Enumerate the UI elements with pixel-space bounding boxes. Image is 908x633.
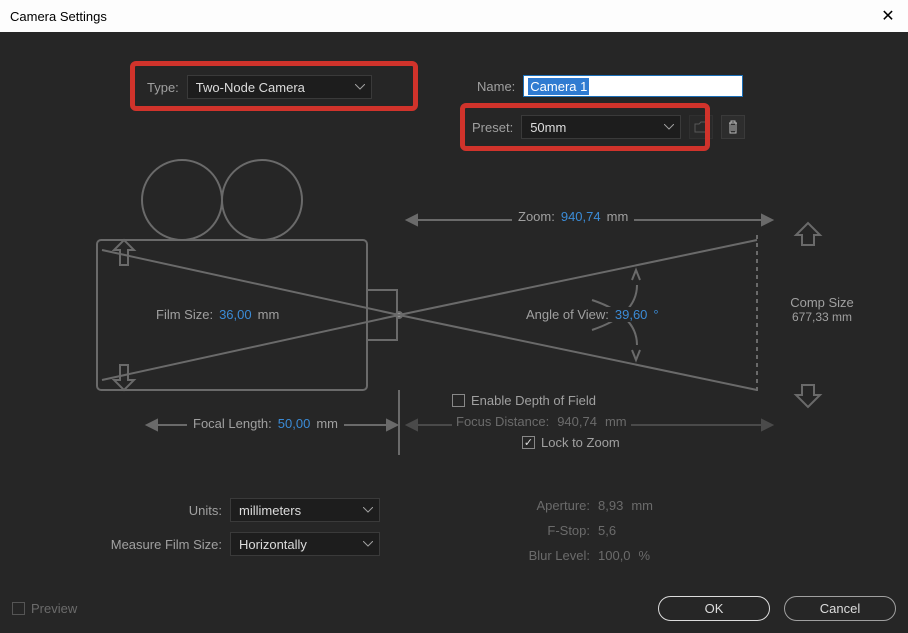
titlebar: Camera Settings ✕	[0, 0, 908, 32]
type-dropdown[interactable]: Two-Node Camera	[187, 75, 372, 99]
units-label: Units:	[102, 503, 222, 518]
measure-label: Measure Film Size:	[102, 537, 222, 552]
blur-label: Blur Level:	[500, 548, 590, 563]
blur-value: 100,0	[598, 548, 631, 563]
preset-folder-button[interactable]	[689, 115, 713, 139]
angle-value[interactable]: 39,60	[615, 307, 648, 322]
angle-unit: °	[653, 307, 658, 322]
footer: Preview OK Cancel	[12, 596, 896, 621]
blur-unit: %	[639, 548, 651, 563]
top-row: Type: Two-Node Camera Name: Camera 1 Pre…	[12, 75, 896, 145]
film-size-value[interactable]: 36,00	[219, 307, 252, 322]
ok-button[interactable]: OK	[658, 596, 770, 621]
name-label: Name:	[477, 79, 515, 94]
film-size-unit: mm	[258, 307, 280, 322]
angle-label: Angle of View:	[526, 307, 609, 322]
film-size-label: Film Size:	[156, 307, 213, 322]
enable-depth-label: Enable Depth of Field	[471, 393, 596, 408]
units-value: millimeters	[239, 503, 301, 518]
focal-length-value[interactable]: 50,00	[278, 416, 311, 431]
focus-distance-unit: mm	[605, 414, 627, 429]
preview-checkbox[interactable]	[12, 602, 25, 615]
chevron-down-icon	[355, 84, 365, 90]
aperture-unit: mm	[631, 498, 653, 513]
focal-length-label: Focal Length:	[193, 416, 272, 431]
zoom-unit: mm	[607, 209, 629, 224]
lock-to-zoom-label: Lock to Zoom	[541, 435, 620, 450]
measure-dropdown[interactable]: Horizontally	[230, 532, 380, 556]
comp-size-value: 677,33	[792, 310, 829, 324]
preset-value: 50mm	[530, 120, 566, 135]
type-value: Two-Node Camera	[196, 80, 305, 95]
zoom-label: Zoom:	[518, 209, 555, 224]
zoom-value[interactable]: 940,74	[561, 209, 601, 224]
type-label: Type:	[147, 80, 179, 95]
chevron-down-icon	[664, 124, 674, 130]
cancel-button[interactable]: Cancel	[784, 596, 896, 621]
fstop-label: F-Stop:	[500, 523, 590, 538]
dialog-panel: Type: Two-Node Camera Name: Camera 1 Pre…	[12, 60, 896, 573]
focal-length-unit: mm	[316, 416, 338, 431]
preview-row[interactable]: Preview	[12, 601, 77, 616]
chevron-down-icon	[363, 541, 373, 547]
close-icon[interactable]: ✕	[878, 6, 898, 26]
units-dropdown[interactable]: millimeters	[230, 498, 380, 522]
aperture-label: Aperture:	[500, 498, 590, 513]
measure-value: Horizontally	[239, 537, 307, 552]
lower-controls: Units: millimeters Measure Film Size: Ho…	[102, 498, 836, 563]
name-input[interactable]: Camera 1	[523, 75, 743, 97]
name-value: Camera 1	[528, 78, 589, 95]
chevron-down-icon	[363, 507, 373, 513]
preset-delete-button[interactable]	[721, 115, 745, 139]
fstop-value: 5,6	[598, 523, 616, 538]
lock-to-zoom-checkbox[interactable]	[522, 436, 535, 449]
focus-distance-label: Focus Distance:	[456, 414, 549, 429]
focus-distance-value: 940,74	[557, 414, 597, 429]
enable-depth-row[interactable]: Enable Depth of Field	[452, 393, 631, 408]
comp-size-label: Comp Size	[777, 295, 867, 310]
aperture-value: 8,93	[598, 498, 623, 513]
comp-size-unit: mm	[832, 310, 852, 324]
preview-label: Preview	[31, 601, 77, 616]
enable-depth-checkbox[interactable]	[452, 394, 465, 407]
lock-to-zoom-row[interactable]: Lock to Zoom	[522, 435, 631, 450]
preset-dropdown[interactable]: 50mm	[521, 115, 681, 139]
window-title: Camera Settings	[10, 9, 107, 24]
preset-label: Preset:	[472, 120, 513, 135]
